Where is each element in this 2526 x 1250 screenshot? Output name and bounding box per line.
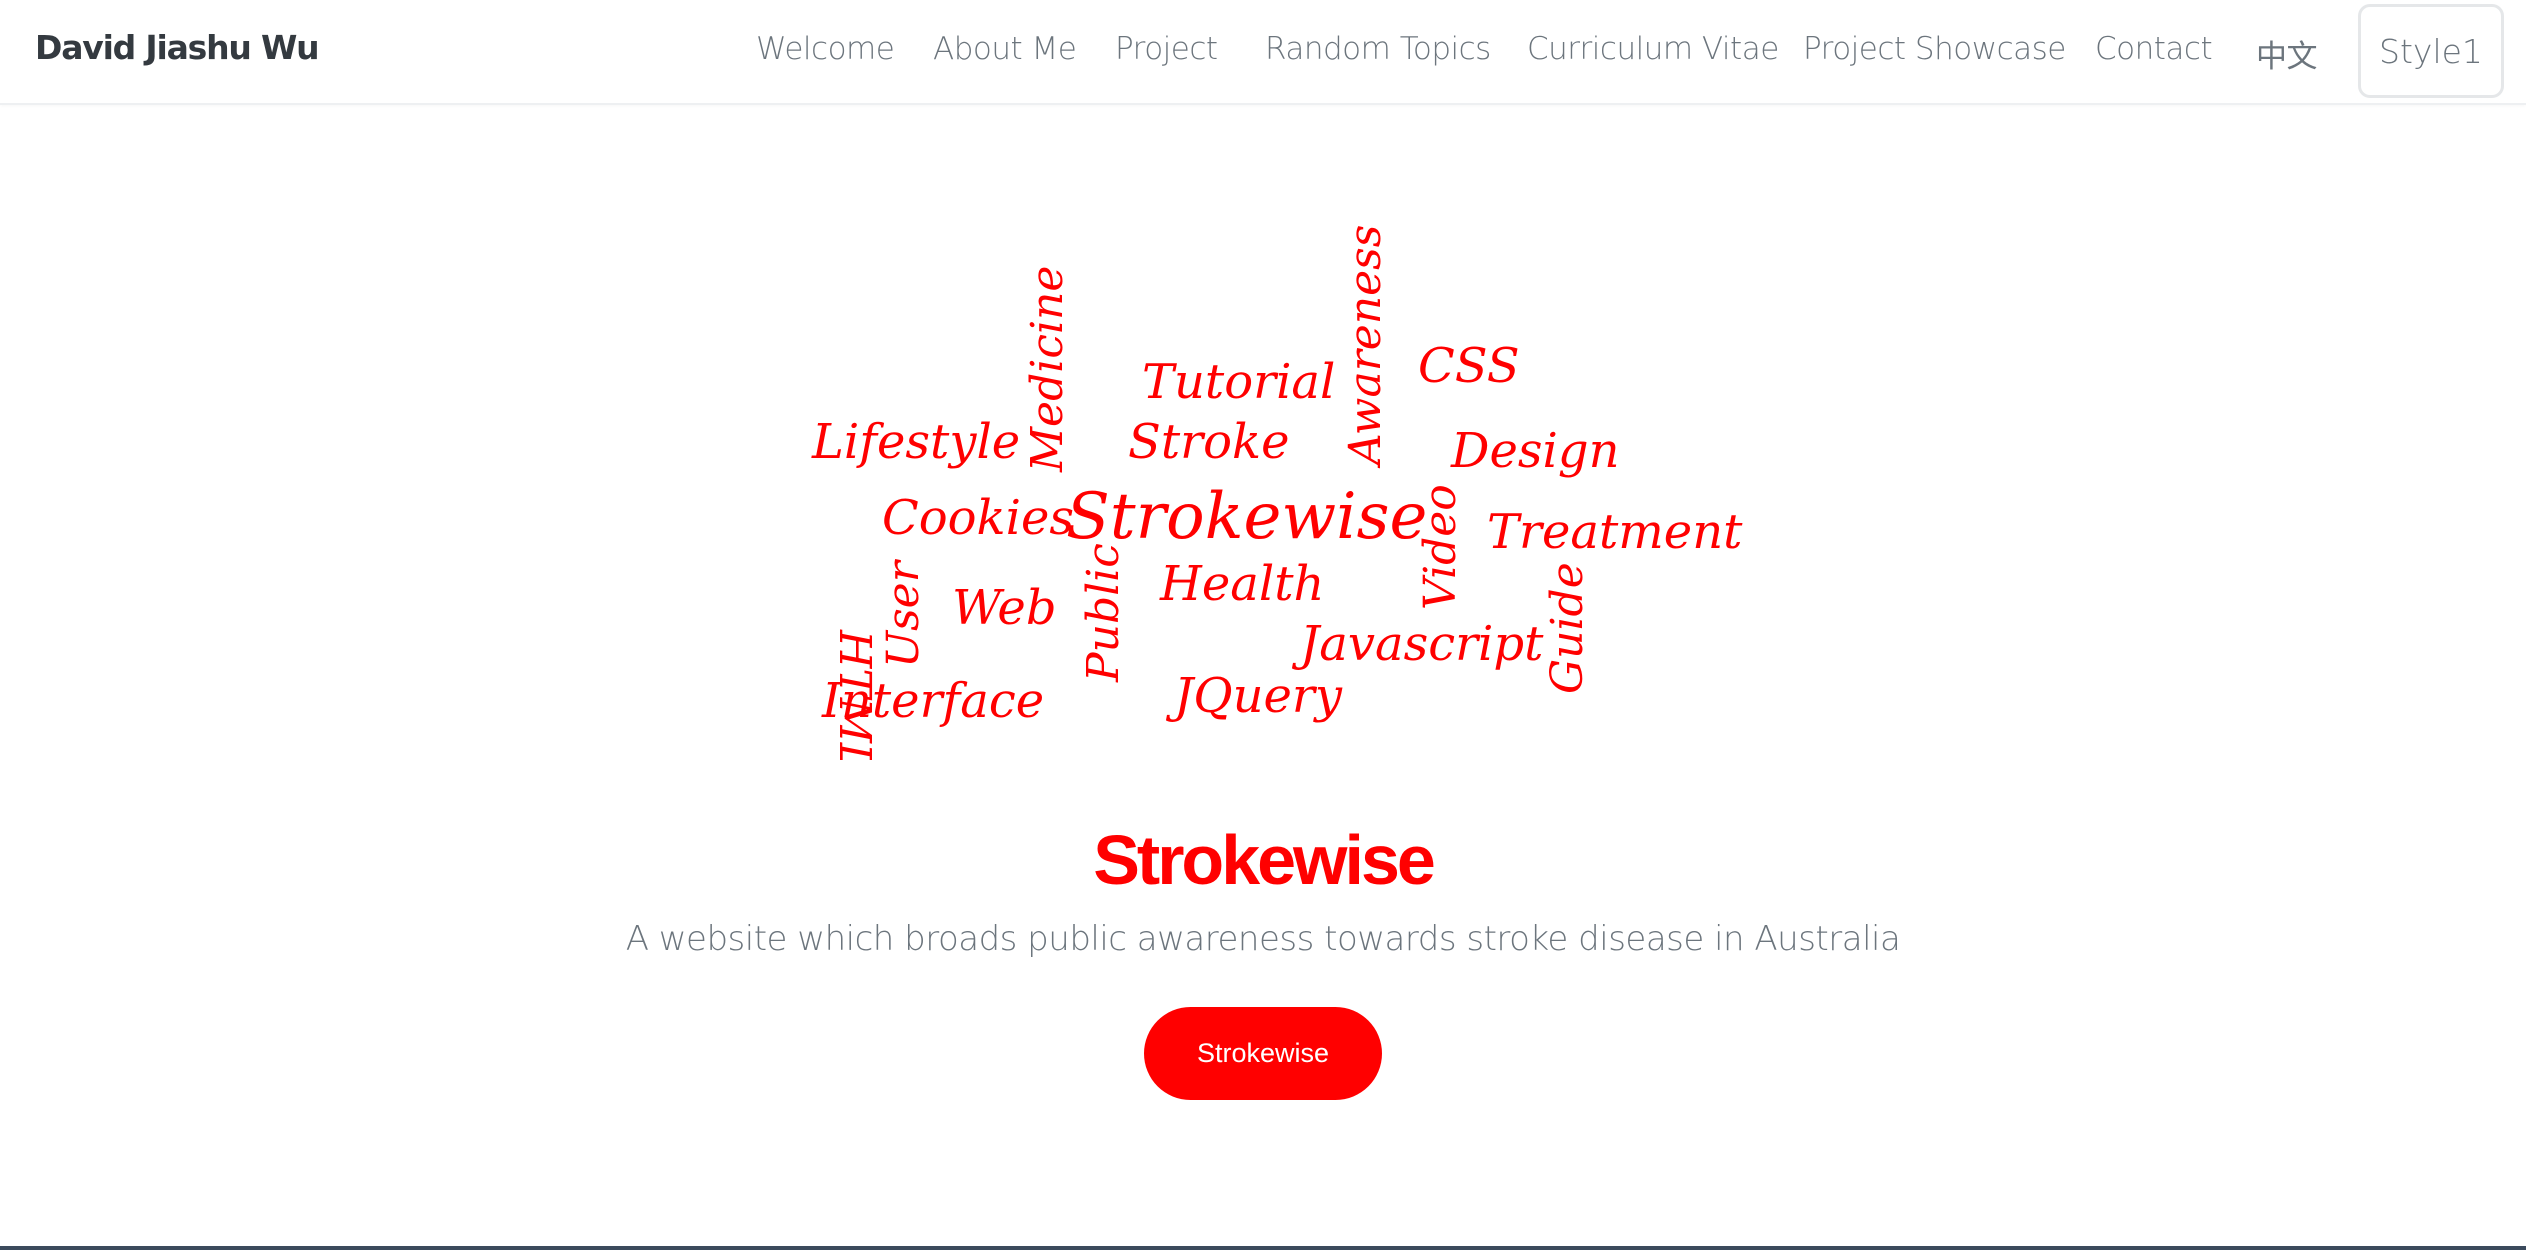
word-tutorial: Tutorial	[1142, 354, 1335, 410]
word-medicine: Medicine	[1022, 266, 1073, 473]
word-lifestyle: Lifestyle	[811, 414, 1020, 470]
word-cloud: Lifestyle Medicine Tutorial Awareness CS…	[811, 225, 1743, 760]
word-awareness: Awareness	[1340, 225, 1391, 469]
word-user: User	[878, 558, 929, 668]
word-guide: Guide	[1542, 562, 1593, 694]
strokewise-button[interactable]: Strokewise	[1144, 1007, 1382, 1100]
word-cookies: Cookies	[882, 490, 1074, 546]
word-javascript: Javascript	[1291, 616, 1544, 672]
word-interface: Interface	[821, 673, 1044, 729]
word-web: Web	[952, 580, 1057, 636]
word-public: Public	[1078, 543, 1129, 683]
word-design: Design	[1450, 423, 1620, 479]
word-stroke: Stroke	[1128, 414, 1290, 470]
word-treatment: Treatment	[1487, 504, 1743, 560]
hero-title: Strokewise	[1093, 821, 1436, 899]
word-health: Health	[1159, 556, 1324, 612]
word-css: CSS	[1418, 338, 1520, 394]
word-jquery: JQuery	[1165, 668, 1343, 724]
word-strokewise: Strokewise	[1066, 480, 1427, 554]
hero-subtitle: A website which broads public awareness …	[625, 919, 1901, 959]
word-video: Video	[1415, 484, 1466, 610]
section-divider	[0, 1246, 2526, 1250]
